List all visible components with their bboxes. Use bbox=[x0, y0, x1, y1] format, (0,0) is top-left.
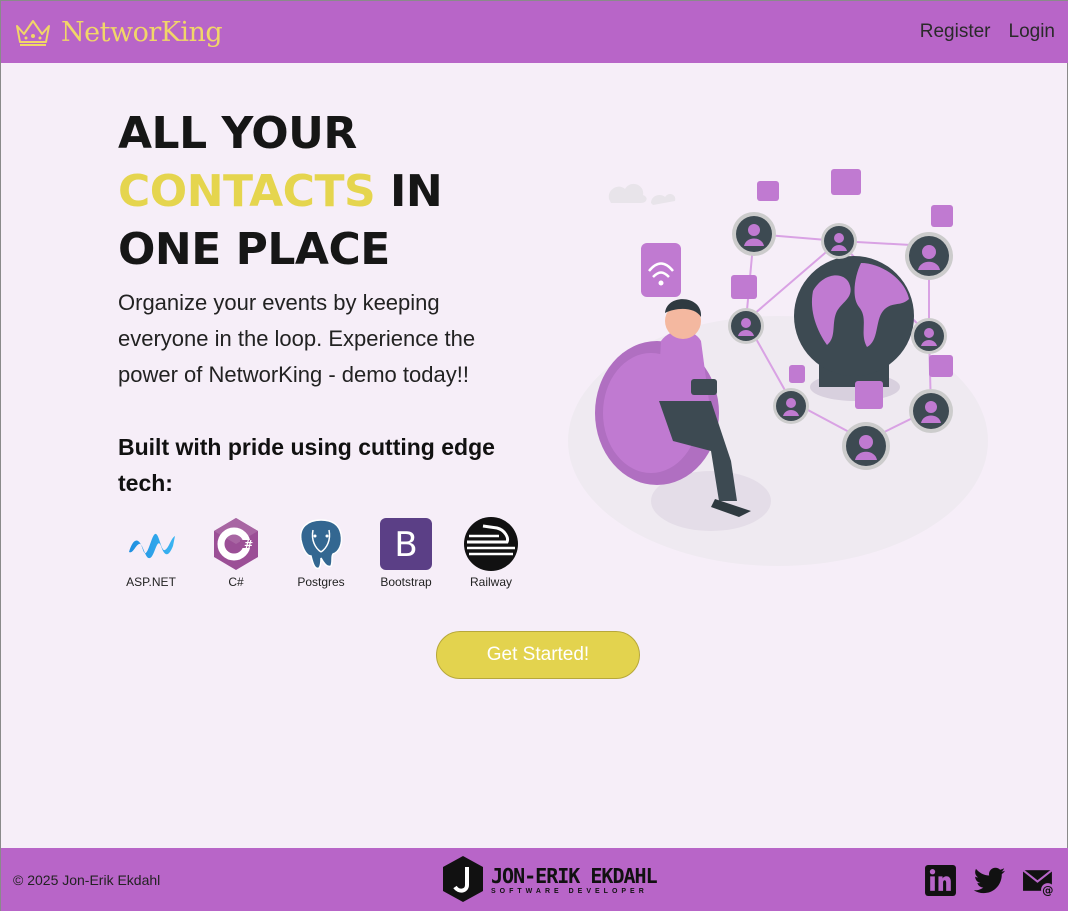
tech-label: C# bbox=[228, 575, 244, 589]
developer-logo-icon bbox=[443, 856, 483, 902]
tech-label: Bootstrap bbox=[380, 575, 432, 589]
nav-links: Register Login bbox=[920, 21, 1055, 43]
footer-logo[interactable]: JON-ERIK EKDAHL SOFTWARE DEVELOPER bbox=[441, 855, 658, 903]
hero-title-accent: CONTACTS bbox=[118, 166, 376, 217]
network-illustration bbox=[568, 169, 988, 566]
svg-text:@: @ bbox=[1042, 882, 1053, 896]
tech-item-csharp: # C# bbox=[201, 516, 271, 589]
twitter-icon[interactable] bbox=[973, 864, 1006, 897]
hero-title: ALL YOUR CONTACTS IN ONE PLACE bbox=[118, 105, 538, 279]
aspnet-icon bbox=[129, 533, 175, 559]
tech-heading: Built with pride using cutting edge tech… bbox=[118, 434, 495, 496]
tech-label: Railway bbox=[469, 575, 512, 589]
register-link[interactable]: Register bbox=[920, 21, 991, 43]
bootstrap-icon: B bbox=[380, 518, 432, 570]
tech-item-bootstrap: B Bootstrap bbox=[371, 516, 441, 589]
footer-logo-subtitle: SOFTWARE DEVELOPER bbox=[491, 887, 648, 895]
crown-icon bbox=[16, 20, 50, 46]
footer-logo-name: JON-ERIK EKDAHL bbox=[491, 863, 658, 888]
get-started-button[interactable]: Get Started! bbox=[436, 631, 640, 679]
social-links: @ bbox=[924, 864, 1055, 897]
railway-icon bbox=[464, 517, 518, 571]
hero-title-line1: ALL YOUR bbox=[118, 108, 357, 159]
tech-item-postgres: Postgres bbox=[286, 516, 356, 589]
email-icon[interactable]: @ bbox=[1022, 864, 1055, 897]
brand-name: NetworKing bbox=[61, 16, 223, 48]
tech-item-aspnet: ASP.NET bbox=[116, 516, 186, 589]
navbar: NetworKing Register Login bbox=[1, 1, 1068, 63]
linkedin-icon[interactable] bbox=[924, 864, 957, 897]
copyright: © 2025 Jon-Erik Ekdahl bbox=[13, 872, 161, 888]
postgres-icon bbox=[299, 519, 343, 570]
tech-list: ASP.NET # C# Postgres B Bootstrap Railwa… bbox=[116, 516, 526, 589]
tech-label: ASP.NET bbox=[126, 575, 176, 589]
tech-label: Postgres bbox=[297, 575, 345, 589]
tech-item-railway: Railway bbox=[456, 516, 526, 589]
footer: © 2025 Jon-Erik Ekdahl JON-ERIK EKDAHL S… bbox=[1, 848, 1068, 911]
csharp-icon: # bbox=[214, 518, 258, 570]
svg-text:#: # bbox=[244, 538, 253, 551]
footer-logo-text: JON-ERIK EKDAHL SOFTWARE DEVELOPER bbox=[491, 863, 658, 895]
svg-text:B: B bbox=[394, 525, 417, 565]
login-link[interactable]: Login bbox=[1009, 21, 1056, 43]
brand-link[interactable]: NetworKing bbox=[13, 16, 223, 48]
hero-description: Organize your events by keeping everyone… bbox=[118, 290, 476, 387]
